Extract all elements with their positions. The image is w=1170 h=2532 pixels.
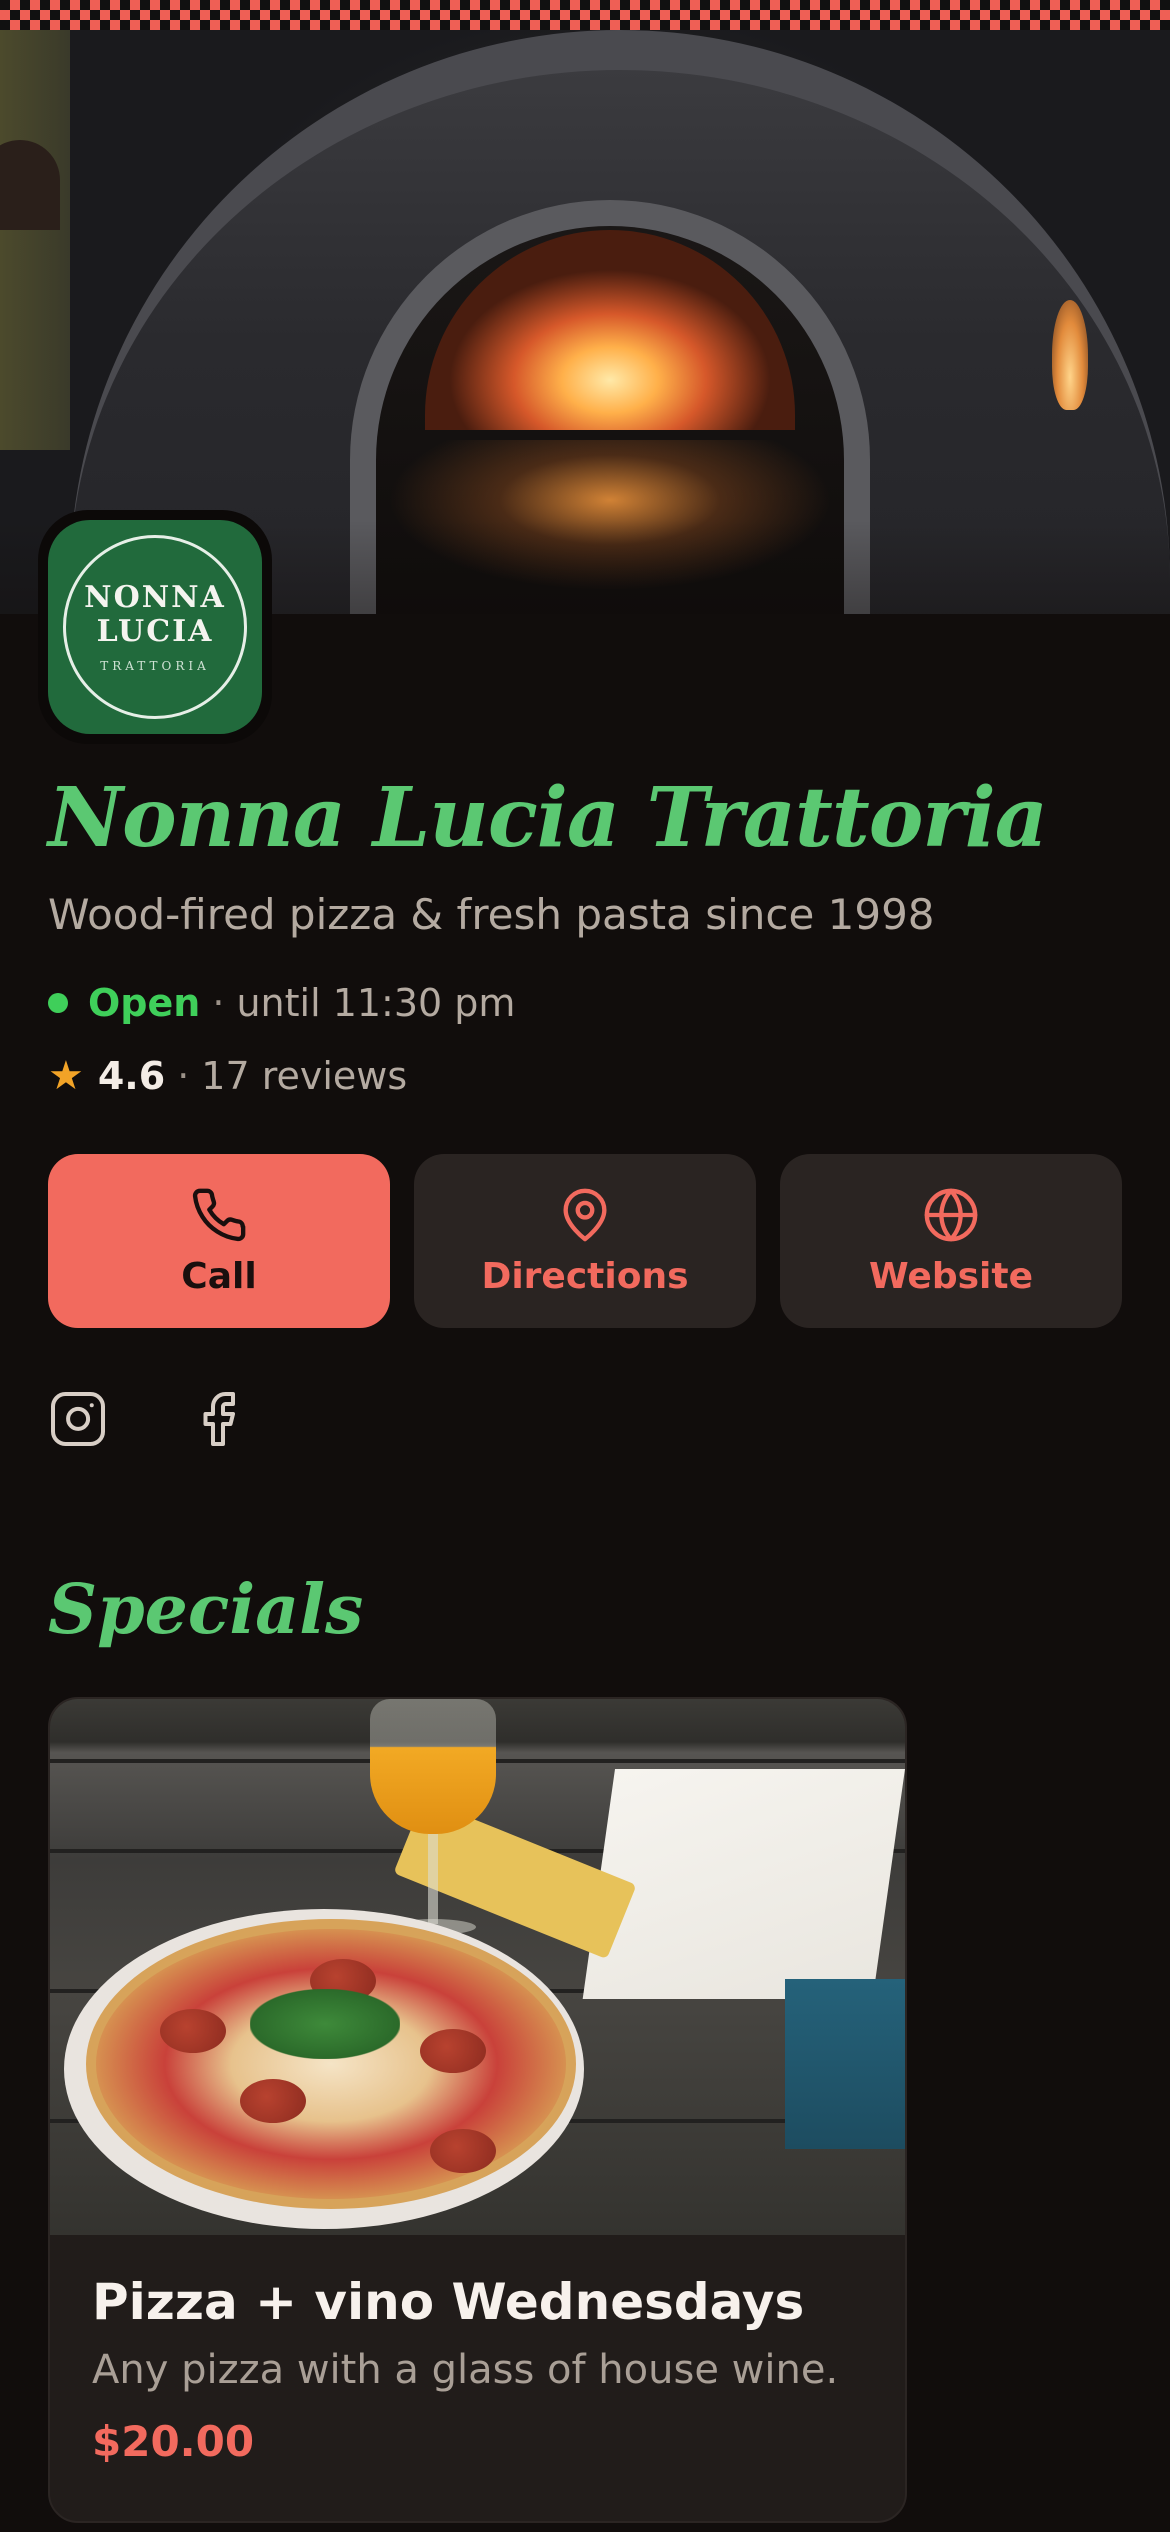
wine-glass-stem — [428, 1834, 438, 1924]
pepperoni — [160, 2009, 226, 2053]
logo-text-line1: NONNA — [84, 580, 226, 615]
action-buttons: Call Directions Website — [48, 1154, 1122, 1328]
pepperoni — [420, 2029, 486, 2073]
status-separator: · — [212, 981, 225, 1025]
wine-glass — [370, 1699, 496, 1834]
star-icon: ★ — [48, 1053, 84, 1099]
phone-icon — [192, 1188, 246, 1241]
pepperoni — [430, 2129, 496, 2173]
website-button[interactable]: Website — [780, 1154, 1122, 1328]
open-status: Open · until 11:30 pm — [48, 975, 515, 1031]
call-button[interactable]: Call — [48, 1154, 390, 1328]
side-flame — [1052, 300, 1088, 410]
special-image — [50, 1699, 905, 2235]
status-dot-icon — [48, 993, 68, 1013]
special-description: Any pizza with a glass of house wine. — [92, 2347, 839, 2393]
checkered-banner — [0, 0, 1170, 30]
restaurant-tagline: Wood-fired pizza & fresh pasta since 199… — [48, 890, 935, 939]
specials-heading: Specials — [48, 1570, 364, 1650]
facebook-icon[interactable] — [188, 1389, 248, 1449]
rating-separator: · — [177, 1054, 190, 1098]
logo-ring: NONNA LUCIA TRATTORIA — [63, 535, 247, 719]
social-links — [48, 1384, 248, 1454]
map-pin-icon — [563, 1188, 607, 1241]
basil-leaves — [250, 1989, 400, 2059]
directions-label: Directions — [481, 1255, 689, 1297]
logo-text-line3: TRATTORIA — [100, 659, 210, 673]
rating-value: 4.6 — [97, 1054, 166, 1098]
instagram-icon[interactable] — [48, 1389, 108, 1449]
special-card-body: Pizza + vino Wednesdays Any pizza with a… — [50, 2235, 905, 2494]
restaurant-name: Nonna Lucia Trattoria — [48, 770, 1048, 866]
restaurant-logo: NONNA LUCIA TRATTORIA — [38, 510, 272, 744]
call-label: Call — [181, 1255, 257, 1297]
rating[interactable]: ★ 4.6 · 17 reviews — [48, 1048, 407, 1104]
special-title: Pizza + vino Wednesdays — [92, 2273, 805, 2331]
globe-icon — [924, 1188, 978, 1241]
website-label: Website — [868, 1255, 1033, 1297]
status-hours: until 11:30 pm — [236, 981, 516, 1025]
pepperoni — [240, 2079, 306, 2123]
directions-button[interactable]: Directions — [414, 1154, 756, 1328]
logo-badge: NONNA LUCIA TRATTORIA — [48, 520, 262, 734]
blue-cloth — [785, 1979, 905, 2149]
hero-wall — [0, 30, 70, 450]
special-price: $20.00 — [92, 2417, 255, 2466]
logo-text-line2: LUCIA — [96, 614, 214, 649]
status-open-label: Open — [88, 981, 201, 1025]
reviews-link[interactable]: 17 reviews — [201, 1054, 407, 1098]
special-card[interactable]: Pizza + vino Wednesdays Any pizza with a… — [48, 1697, 907, 2523]
